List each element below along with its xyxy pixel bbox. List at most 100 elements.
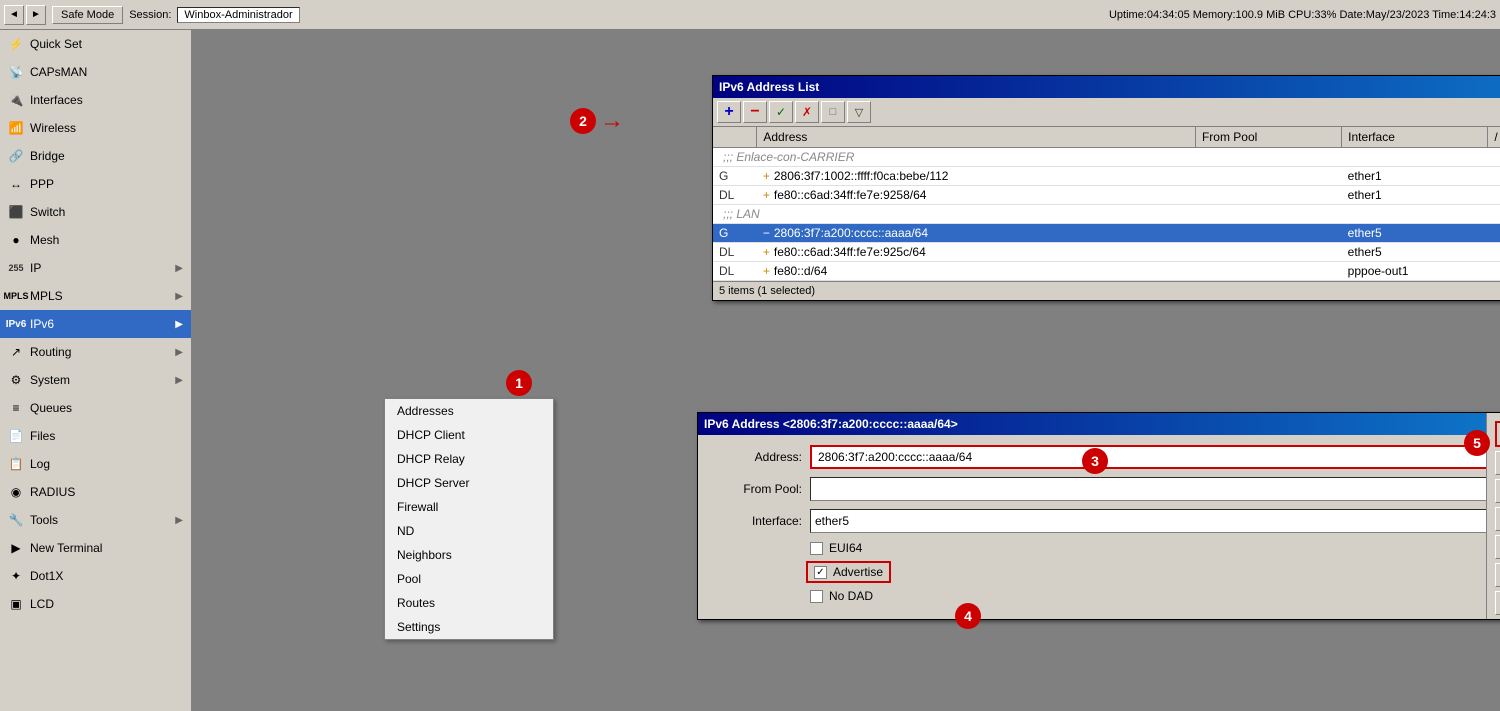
sidebar-label-lcd: LCD: [30, 597, 183, 611]
row-interface: ether1: [1342, 186, 1488, 205]
mpls-arrow: ▶: [175, 291, 183, 302]
row-sep: [1488, 186, 1500, 205]
submenu-item-dhcp-server[interactable]: DHCP Server: [385, 471, 553, 495]
row-status: DL: [713, 243, 757, 262]
sidebar-item-queues[interactable]: ≡ Queues: [0, 394, 191, 422]
table-row[interactable]: DL +fe80::c6ad:34ff:fe7e:9258/64 ether1 …: [713, 186, 1500, 205]
dot1x-icon: ✦: [8, 568, 24, 584]
filter-button[interactable]: ▽: [847, 101, 871, 123]
interfaces-icon: 🔌: [8, 92, 24, 108]
annotation-3: 3: [1082, 448, 1108, 474]
sidebar-item-routing[interactable]: ↗ Routing ▶: [0, 338, 191, 366]
table-row[interactable]: DL +fe80::c6ad:34ff:fe7e:925c/64 ether5 …: [713, 243, 1500, 262]
content-area: Addresses DHCP Client DHCP Relay DHCP Se…: [192, 30, 1500, 711]
sidebar-label-switch: Switch: [30, 205, 183, 219]
sidebar-label-new-terminal: New Terminal: [30, 541, 183, 555]
system-arrow: ▶: [175, 375, 183, 386]
table-row[interactable]: G +2806:3f7:1002::ffff:f0ca:bebe/112 eth…: [713, 167, 1500, 186]
advertise-checkbox[interactable]: ✓: [814, 566, 827, 579]
comment-button[interactable]: Comment: [1495, 535, 1500, 559]
submenu-item-addresses[interactable]: Addresses: [385, 399, 553, 423]
ok-button[interactable]: OK: [1495, 421, 1500, 447]
nav-buttons: ◄ ►: [4, 5, 46, 25]
routing-icon: ↗: [8, 344, 24, 360]
main-layout: ⚡ Quick Set 📡 CAPsMAN 🔌 Interfaces 📶 Wir…: [0, 30, 1500, 711]
sidebar-label-queues: Queues: [30, 401, 183, 415]
eui64-label: EUI64: [829, 541, 862, 555]
col-header-interface: Interface: [1342, 127, 1488, 148]
sidebar-label-capsman: CAPsMAN: [30, 65, 183, 79]
remove-button[interactable]: Remove: [1495, 591, 1500, 615]
sidebar-label-wireless: Wireless: [30, 121, 183, 135]
radius-icon: ◉: [8, 484, 24, 500]
from-pool-row: From Pool: ▼: [712, 477, 1500, 501]
submenu-item-neighbors[interactable]: Neighbors: [385, 543, 553, 567]
row-sep: [1488, 167, 1500, 186]
sidebar-item-mesh[interactable]: ● Mesh: [0, 226, 191, 254]
sidebar-item-switch[interactable]: ⬛ Switch: [0, 198, 191, 226]
sidebar-item-mpls[interactable]: MPLS MPLS ▶: [0, 282, 191, 310]
disable-button[interactable]: Disable: [1495, 507, 1500, 531]
terminal-icon: ▶: [8, 540, 24, 556]
sidebar-item-files[interactable]: 📄 Files: [0, 422, 191, 450]
row-status: DL: [713, 186, 757, 205]
sidebar-item-system[interactable]: ⚙ System ▶: [0, 366, 191, 394]
address-table-container: Address From Pool Interface / Advertise …: [713, 127, 1500, 281]
sidebar-item-interfaces[interactable]: 🔌 Interfaces: [0, 86, 191, 114]
sidebar: ⚡ Quick Set 📡 CAPsMAN 🔌 Interfaces 📶 Wir…: [0, 30, 192, 711]
interface-label: Interface:: [712, 514, 802, 528]
address-input[interactable]: [810, 445, 1500, 469]
cancel-button[interactable]: Cancel: [1495, 451, 1500, 475]
submenu-item-dhcp-relay[interactable]: DHCP Relay: [385, 447, 553, 471]
submenu-item-pool[interactable]: Pool: [385, 567, 553, 591]
log-icon: 📋: [8, 456, 24, 472]
interface-select[interactable]: ether5 ▼: [810, 509, 1500, 533]
bridge-icon: 🔗: [8, 148, 24, 164]
enable-address-button[interactable]: ✓: [769, 101, 793, 123]
lcd-icon: ▣: [8, 596, 24, 612]
row-address: +2806:3f7:1002::ffff:f0ca:bebe/112: [757, 167, 1196, 186]
sidebar-item-log[interactable]: 📋 Log: [0, 450, 191, 478]
safe-mode-button[interactable]: Safe Mode: [52, 6, 123, 24]
sidebar-item-radius[interactable]: ◉ RADIUS: [0, 478, 191, 506]
sidebar-item-quick-set[interactable]: ⚡ Quick Set: [0, 30, 191, 58]
sidebar-item-new-terminal[interactable]: ▶ New Terminal: [0, 534, 191, 562]
apply-button[interactable]: Apply: [1495, 479, 1500, 503]
ipv6-list-window: IPv6 Address List _ □ ✕ + − ✓ ✗ □ ▽: [712, 75, 1500, 301]
from-pool-select[interactable]: ▼: [810, 477, 1500, 501]
sidebar-item-ip[interactable]: 255 IP ▶: [0, 254, 191, 282]
submenu-item-routes[interactable]: Routes: [385, 591, 553, 615]
interface-value: ether5: [815, 514, 849, 528]
eui64-checkbox[interactable]: [810, 542, 823, 555]
sidebar-item-tools[interactable]: 🔧 Tools ▶: [0, 506, 191, 534]
add-address-button[interactable]: +: [717, 101, 741, 123]
ip-arrow: ▶: [175, 263, 183, 274]
row-address: +fe80::d/64: [757, 262, 1196, 281]
ipv6-list-titlebar: IPv6 Address List _ □ ✕: [713, 76, 1500, 98]
back-button[interactable]: ◄: [4, 5, 24, 25]
submenu-item-dhcp-client[interactable]: DHCP Client: [385, 423, 553, 447]
disable-address-button[interactable]: ✗: [795, 101, 819, 123]
submenu-item-nd[interactable]: ND: [385, 519, 553, 543]
sidebar-item-bridge[interactable]: 🔗 Bridge: [0, 142, 191, 170]
remove-address-button[interactable]: −: [743, 101, 767, 123]
no-dad-checkbox[interactable]: [810, 590, 823, 603]
copy-button[interactable]: Copy: [1495, 563, 1500, 587]
table-row-selected[interactable]: G −2806:3f7:a200:cccc::aaaa/64 ether5 ye…: [713, 224, 1500, 243]
sidebar-item-ipv6[interactable]: IPv6 IPv6 ▶: [0, 310, 191, 338]
sidebar-item-wireless[interactable]: 📶 Wireless: [0, 114, 191, 142]
submenu-item-settings[interactable]: Settings: [385, 615, 553, 639]
sidebar-label-ppp: PPP: [30, 177, 183, 191]
sidebar-item-ppp[interactable]: ↔ PPP: [0, 170, 191, 198]
copy-address-button[interactable]: □: [821, 101, 845, 123]
ppp-icon: ↔: [8, 176, 24, 192]
submenu-item-firewall[interactable]: Firewall: [385, 495, 553, 519]
forward-button[interactable]: ►: [26, 5, 46, 25]
table-row[interactable]: DL +fe80::d/64 pppoe-out1 no: [713, 262, 1500, 281]
sidebar-item-dot1x[interactable]: ✦ Dot1X: [0, 562, 191, 590]
ipv6-submenu: Addresses DHCP Client DHCP Relay DHCP Se…: [384, 398, 554, 640]
sidebar-item-lcd[interactable]: ▣ LCD: [0, 590, 191, 618]
col-header-sep: /: [1488, 127, 1500, 148]
sidebar-item-capsman[interactable]: 📡 CAPsMAN: [0, 58, 191, 86]
row-address: +fe80::c6ad:34ff:fe7e:9258/64: [757, 186, 1196, 205]
